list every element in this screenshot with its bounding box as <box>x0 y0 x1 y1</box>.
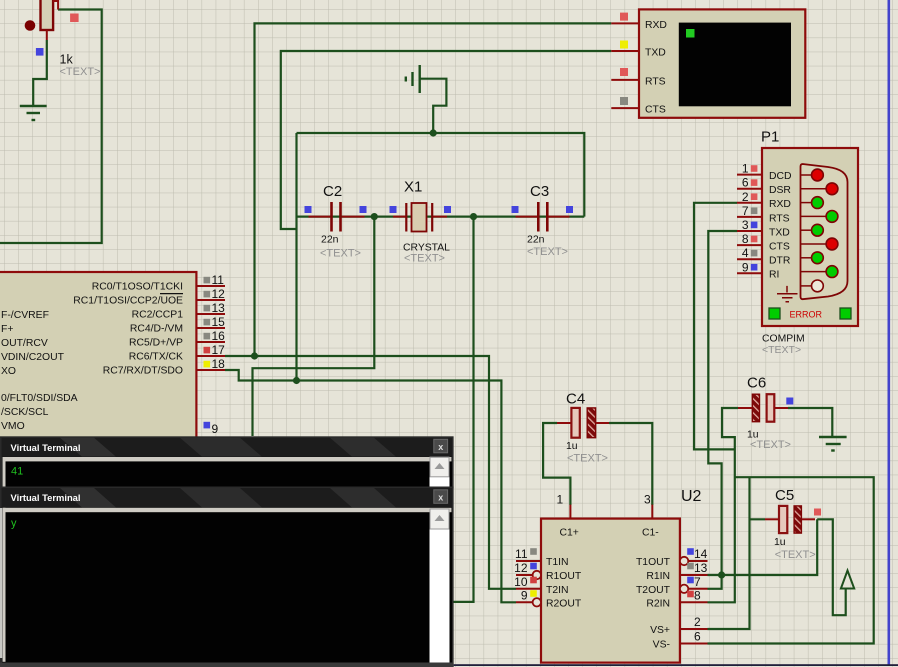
svg-text:1u: 1u <box>774 537 786 548</box>
svg-text:<TEXT>: <TEXT> <box>320 248 361 260</box>
svg-text:<TEXT>: <TEXT> <box>567 453 608 465</box>
svg-text:6: 6 <box>694 630 701 644</box>
svg-text:C2: C2 <box>323 183 342 200</box>
svg-text:R2IN: R2IN <box>646 598 670 609</box>
svg-text:13: 13 <box>212 301 226 315</box>
svg-text:C6: C6 <box>747 375 766 392</box>
svg-text:C1-: C1- <box>642 528 659 539</box>
svg-text:1u: 1u <box>566 441 578 452</box>
svg-text:<TEXT>: <TEXT> <box>527 246 568 258</box>
svg-text:RC1/T1OSI/CCP2/UOE: RC1/T1OSI/CCP2/UOE <box>73 296 183 307</box>
svg-text:22n: 22n <box>321 234 339 246</box>
svg-text:DSR: DSR <box>769 185 791 196</box>
svg-text:2: 2 <box>694 615 701 629</box>
svg-text:RC0/T1OSO/T1CKI: RC0/T1OSO/T1CKI <box>92 282 183 293</box>
svg-text:12: 12 <box>212 287 226 301</box>
svg-text:8: 8 <box>694 588 701 602</box>
svg-text:<TEXT>: <TEXT> <box>775 549 816 561</box>
svg-text:13: 13 <box>694 561 708 575</box>
svg-text:22n: 22n <box>527 234 545 246</box>
svg-text:x: x <box>438 442 443 452</box>
svg-text:6: 6 <box>742 176 749 190</box>
svg-text:11: 11 <box>212 273 225 287</box>
svg-text:9: 9 <box>742 260 749 274</box>
svg-text:12: 12 <box>514 561 528 575</box>
svg-text:<TEXT>: <TEXT> <box>60 66 101 78</box>
svg-text:RXD: RXD <box>769 199 791 210</box>
svg-text:CTS: CTS <box>769 242 790 253</box>
svg-text:15: 15 <box>212 315 226 329</box>
svg-text:41: 41 <box>11 466 23 478</box>
svg-text:y: y <box>11 518 17 530</box>
svg-text:4: 4 <box>742 246 749 260</box>
svg-text:1k: 1k <box>60 53 74 67</box>
svg-text:VS+: VS+ <box>650 625 670 636</box>
svg-text:RTS: RTS <box>645 76 666 87</box>
svg-text:3: 3 <box>742 218 749 232</box>
svg-text:0/FLT0/SDI/SDA: 0/FLT0/SDI/SDA <box>1 393 78 404</box>
svg-text:Virtual Terminal: Virtual Terminal <box>11 442 81 453</box>
svg-text:F+: F+ <box>1 324 13 335</box>
svg-text:3: 3 <box>644 493 651 507</box>
svg-text:R2OUT: R2OUT <box>546 598 582 609</box>
svg-text:C4: C4 <box>566 391 585 408</box>
svg-text:RC7/RX/DT/SDO: RC7/RX/DT/SDO <box>103 366 183 377</box>
svg-text:x: x <box>438 492 443 502</box>
svg-text:17: 17 <box>212 343 226 357</box>
svg-text:DTR: DTR <box>769 256 791 267</box>
svg-text:<TEXT>: <TEXT> <box>762 344 801 356</box>
svg-text:10: 10 <box>514 575 528 589</box>
svg-text:F-/CVREF: F-/CVREF <box>1 310 49 321</box>
svg-text:8: 8 <box>742 232 749 246</box>
svg-text:C3: C3 <box>530 183 549 200</box>
svg-text:RXD: RXD <box>645 20 667 31</box>
svg-text:C5: C5 <box>775 487 794 504</box>
svg-text:Virtual Terminal: Virtual Terminal <box>11 492 81 503</box>
svg-text:COMPIM: COMPIM <box>762 334 805 345</box>
svg-text:T2IN: T2IN <box>546 585 569 596</box>
svg-text:RTS: RTS <box>769 213 790 224</box>
svg-text:18: 18 <box>212 357 226 371</box>
svg-text:T1IN: T1IN <box>546 557 569 568</box>
svg-text:14: 14 <box>694 547 708 561</box>
svg-text:X1: X1 <box>404 179 422 196</box>
svg-text:RC6/TX/CK: RC6/TX/CK <box>129 352 183 363</box>
svg-text:U2: U2 <box>681 488 702 505</box>
svg-text:VDIN/C2OUT: VDIN/C2OUT <box>1 352 65 363</box>
svg-text:7: 7 <box>694 575 701 589</box>
svg-text:TXD: TXD <box>645 47 666 58</box>
svg-text:DCD: DCD <box>769 171 792 182</box>
svg-text:C1+: C1+ <box>560 528 579 539</box>
svg-text:ERROR: ERROR <box>790 310 823 320</box>
svg-text:CTS: CTS <box>645 105 666 116</box>
svg-text:R1IN: R1IN <box>646 571 670 582</box>
svg-text:<TEXT>: <TEXT> <box>404 253 445 265</box>
svg-text:RC4/D-/VM: RC4/D-/VM <box>130 324 183 335</box>
svg-text:9: 9 <box>521 588 528 602</box>
svg-text:VS-: VS- <box>653 640 670 651</box>
svg-text:9: 9 <box>212 422 219 436</box>
svg-text:1: 1 <box>557 493 564 507</box>
svg-text:RI: RI <box>769 270 779 281</box>
svg-text:11: 11 <box>515 547 528 561</box>
svg-text:1: 1 <box>742 162 749 176</box>
svg-text:TXD: TXD <box>769 227 790 238</box>
svg-text:7: 7 <box>742 204 749 218</box>
svg-text:OUT/RCV: OUT/RCV <box>1 338 48 349</box>
svg-text:16: 16 <box>212 329 226 343</box>
svg-text:XO: XO <box>1 366 16 377</box>
svg-text:T1OUT: T1OUT <box>636 557 671 568</box>
svg-text:/SCK/SCL: /SCK/SCL <box>1 407 49 418</box>
svg-text:<TEXT>: <TEXT> <box>750 439 791 451</box>
svg-text:R1OUT: R1OUT <box>546 571 582 582</box>
svg-text:RC5/D+/VP: RC5/D+/VP <box>129 338 183 349</box>
svg-text:2: 2 <box>742 190 749 204</box>
svg-text:T2OUT: T2OUT <box>636 585 671 596</box>
svg-text:RC2/CCP1: RC2/CCP1 <box>132 310 184 321</box>
svg-text:VMO: VMO <box>1 421 25 432</box>
svg-text:P1: P1 <box>761 129 779 146</box>
